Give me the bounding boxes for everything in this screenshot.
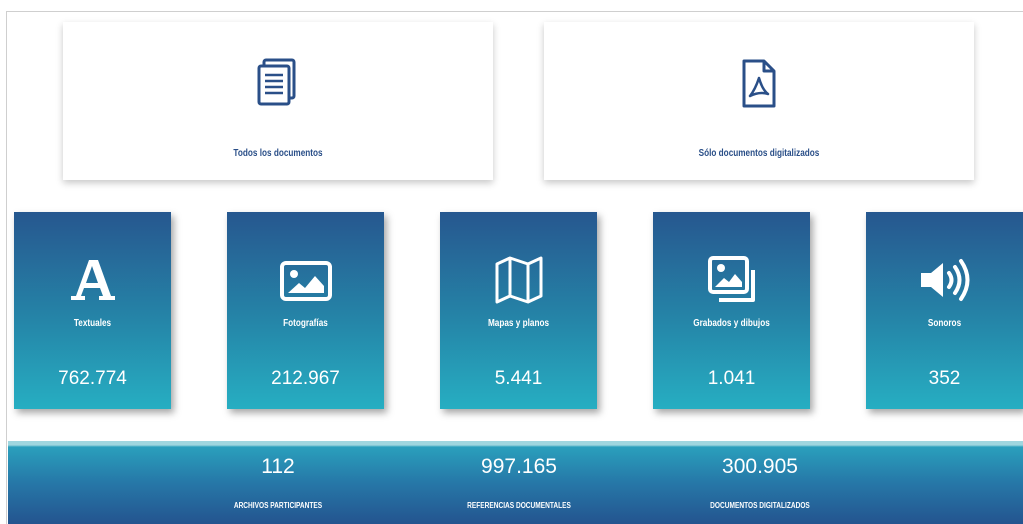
category-label: Sonoros — [927, 318, 962, 329]
all-documents-card[interactable]: Todos los documentos — [63, 22, 493, 180]
images-icon — [704, 252, 760, 308]
category-count: 212.967 — [271, 368, 340, 389]
category-tile-mapas[interactable]: Mapas y planos 5.441 — [440, 212, 597, 409]
digitized-documents-card[interactable]: Sólo documentos digitalizados — [544, 22, 974, 180]
image-icon — [278, 252, 334, 308]
all-documents-label: Todos los documentos — [233, 148, 323, 159]
category-count: 1.041 — [707, 368, 756, 389]
category-tile-sonoros[interactable]: Sonoros 352 — [866, 212, 1023, 409]
map-icon — [491, 252, 547, 308]
stat-label: DOCUMENTOS DIGITALIZADOS — [710, 501, 810, 510]
category-tile-fotografias[interactable]: Fotografías 212.967 — [227, 212, 384, 409]
stat-value: 300.905 — [722, 455, 798, 478]
category-label: Textuales — [73, 318, 112, 329]
letter-a-icon — [65, 252, 121, 308]
category-count: 352 — [928, 368, 961, 389]
stat-value: 112 — [261, 455, 295, 478]
category-tile-grabados[interactable]: Grabados y dibujos 1.041 — [653, 212, 810, 409]
stat-label: ARCHIVOS PARTICIPANTES — [233, 501, 323, 510]
category-count: 762.774 — [58, 368, 127, 389]
pdf-document-icon — [736, 58, 782, 110]
digitized-documents-label: Sólo documentos digitalizados — [698, 148, 820, 159]
category-tile-textuales[interactable]: Textuales 762.774 — [14, 212, 171, 409]
statistics-band: 112 ARCHIVOS PARTICIPANTES 997.165 REFER… — [8, 441, 1023, 524]
category-label: Fotografías — [283, 318, 328, 329]
stat-value: 997.165 — [481, 455, 557, 478]
speaker-icon — [917, 252, 973, 308]
documents-icon — [255, 58, 301, 110]
category-label: Mapas y planos — [487, 318, 550, 329]
category-count: 5.441 — [494, 368, 543, 389]
category-label: Grabados y dibujos — [693, 318, 770, 329]
stat-label: REFERENCIAS DOCUMENTALES — [467, 501, 571, 510]
